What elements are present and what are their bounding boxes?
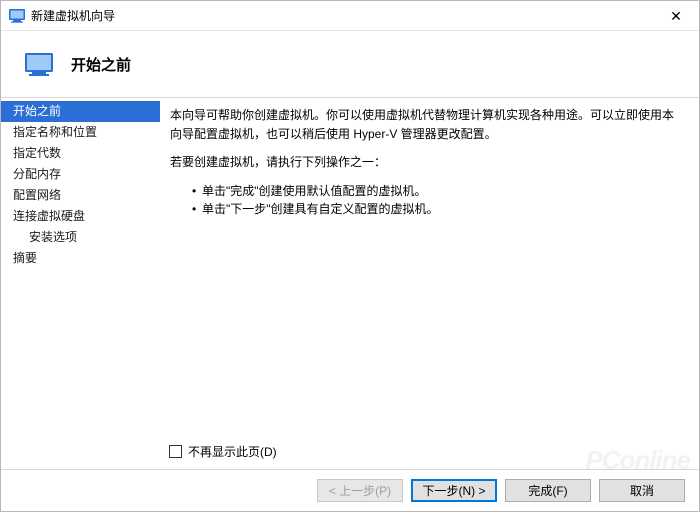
sidebar-item-label: 连接虚拟硬盘 [13, 209, 85, 223]
list-item: 单击"完成"创建使用默认值配置的虚拟机。 [192, 182, 681, 201]
sidebar-item-summary[interactable]: 摘要 [1, 248, 160, 269]
wizard-footer: < 上一步(P) 下一步(N) > 完成(F) 取消 [1, 469, 699, 511]
sidebar-item-memory[interactable]: 分配内存 [1, 164, 160, 185]
sidebar-item-network[interactable]: 配置网络 [1, 185, 160, 206]
prompt-text: 若要创建虚拟机，请执行下列操作之一： [170, 153, 681, 172]
checkbox-label: 不再显示此页(D) [188, 443, 277, 460]
sidebar-item-generation[interactable]: 指定代数 [1, 143, 160, 164]
titlebar: 新建虚拟机向导 ✕ [1, 1, 699, 31]
dont-show-again[interactable]: 不再显示此页(D) [169, 443, 277, 460]
sidebar-item-name-location[interactable]: 指定名称和位置 [1, 122, 160, 143]
list-item: 单击"下一步"创建具有自定义配置的虚拟机。 [192, 200, 681, 219]
sidebar-item-label: 摘要 [13, 251, 37, 265]
intro-text: 本向导可帮助你创建虚拟机。你可以使用虚拟机代替物理计算机实现各种用途。可以立即使… [170, 106, 681, 143]
app-icon [9, 8, 25, 23]
sidebar-item-label: 配置网络 [13, 188, 61, 202]
wizard-header: 开始之前 [1, 31, 699, 97]
sidebar-item-label: 分配内存 [13, 167, 61, 181]
sidebar-item-label: 指定代数 [13, 146, 61, 160]
next-button[interactable]: 下一步(N) > [411, 479, 497, 502]
sidebar-item-label: 开始之前 [13, 104, 61, 118]
wizard-icon [25, 52, 53, 76]
sidebar-item-label: 安装选项 [29, 230, 77, 244]
sidebar-item-before-begin[interactable]: 开始之前 [1, 101, 160, 122]
titlebar-left: 新建虚拟机向导 [9, 7, 115, 24]
wizard-steps: 开始之前 指定名称和位置 指定代数 分配内存 配置网络 连接虚拟硬盘 安装选项 … [1, 98, 160, 469]
page-title: 开始之前 [71, 54, 131, 75]
sidebar-item-vhd[interactable]: 连接虚拟硬盘 [1, 206, 160, 227]
sidebar-item-label: 指定名称和位置 [13, 125, 97, 139]
finish-button[interactable]: 完成(F) [505, 479, 591, 502]
cancel-button[interactable]: 取消 [599, 479, 685, 502]
checkbox-icon [169, 445, 182, 458]
window-title: 新建虚拟机向导 [31, 7, 115, 24]
main-area: 开始之前 指定名称和位置 指定代数 分配内存 配置网络 连接虚拟硬盘 安装选项 … [1, 97, 699, 469]
content-pane: 本向导可帮助你创建虚拟机。你可以使用虚拟机代替物理计算机实现各种用途。可以立即使… [160, 98, 699, 469]
sidebar-item-install-options[interactable]: 安装选项 [1, 227, 160, 248]
bullet-list: 单击"完成"创建使用默认值配置的虚拟机。 单击"下一步"创建具有自定义配置的虚拟… [192, 182, 681, 219]
close-icon: ✕ [670, 9, 682, 23]
previous-button: < 上一步(P) [317, 479, 403, 502]
close-button[interactable]: ✕ [653, 1, 699, 30]
